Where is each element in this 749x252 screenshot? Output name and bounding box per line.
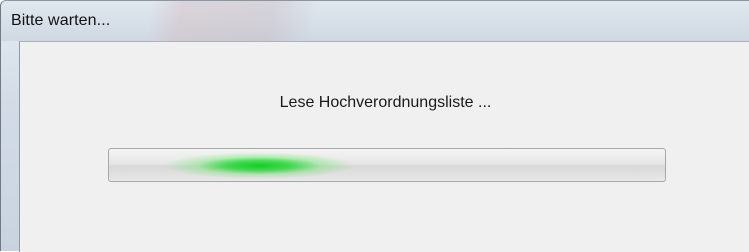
progress-bar: [108, 148, 666, 182]
window-title: Bitte warten...: [11, 12, 111, 29]
title-bar[interactable]: Bitte warten...: [1, 1, 749, 41]
progress-marquee-indicator: [164, 149, 354, 181]
wait-dialog-window: Bitte warten... Lese Hochverordnungslist…: [0, 0, 749, 252]
status-message: Lese Hochverordnungsliste ...: [279, 94, 492, 111]
dialog-content: Lese Hochverordnungsliste ...: [19, 41, 749, 252]
